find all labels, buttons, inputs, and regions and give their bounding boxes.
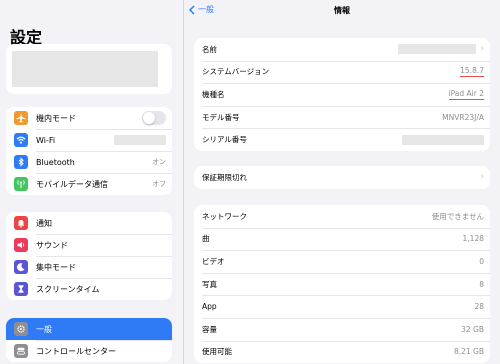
stat-row: 使用可能 8.21 GB bbox=[194, 340, 490, 364]
sidebar-item-mobile-data[interactable]: モバイルデータ通信 オフ bbox=[6, 173, 172, 195]
sidebar-item-label: 機内モード bbox=[36, 113, 76, 123]
about-panel: 一般 情報 名前 › システムバージョン 15.8.7 機種名 iPad Air… bbox=[184, 0, 500, 364]
sidebar-item-label: サウンド bbox=[36, 240, 68, 250]
hourglass-icon bbox=[14, 282, 28, 296]
speaker-icon bbox=[14, 238, 28, 252]
row-label: 曲 bbox=[202, 234, 210, 244]
sidebar-item-label: 通知 bbox=[36, 218, 52, 228]
airplane-mode-toggle[interactable] bbox=[142, 111, 166, 125]
sidebar-item-label: Bluetooth bbox=[36, 157, 75, 167]
stat-row: 写真 8 bbox=[194, 272, 490, 296]
stat-row: ビデオ 0 bbox=[194, 250, 490, 273]
nav-bar: 一般 情報 bbox=[184, 0, 500, 22]
bluetooth-icon bbox=[14, 155, 28, 169]
model-name-value: iPad Air 2 bbox=[448, 88, 484, 100]
row-value: 使用できません bbox=[431, 211, 484, 221]
info-row-name[interactable]: 名前 › bbox=[194, 38, 490, 61]
model-number-value: MNVR23J/A bbox=[442, 112, 484, 122]
sidebar-item-control-center[interactable]: コントロールセンター bbox=[6, 340, 172, 362]
row-label: ビデオ bbox=[202, 256, 225, 266]
stat-row: 容量 32 GB bbox=[194, 317, 490, 341]
settings-sidebar: 設定 機内モード Wi-Fi Bluetooth オン モバイルデータ通信 オフ… bbox=[0, 0, 184, 364]
airplane-icon bbox=[14, 111, 28, 125]
sidebar-item-label: スクリーンタイム bbox=[36, 284, 100, 294]
bell-icon bbox=[14, 216, 28, 230]
info-row-system-version[interactable]: システムバージョン 15.8.7 bbox=[194, 60, 490, 84]
sidebar-item-bluetooth[interactable]: Bluetooth オン bbox=[6, 151, 172, 173]
apple-id-card[interactable] bbox=[6, 44, 172, 94]
sidebar-item-airplane-mode[interactable]: 機内モード bbox=[6, 107, 172, 129]
row-label: 保証期限切れ bbox=[202, 172, 247, 182]
row-label: 容量 bbox=[202, 324, 217, 334]
system-group: 一般 コントロールセンター bbox=[6, 318, 172, 362]
row-value: 8 bbox=[479, 279, 484, 289]
connectivity-group: 機内モード Wi-Fi Bluetooth オン モバイルデータ通信 オフ bbox=[6, 107, 172, 195]
bluetooth-status: オン bbox=[152, 158, 166, 166]
wifi-icon bbox=[14, 133, 28, 147]
switches-icon bbox=[14, 344, 28, 358]
sidebar-item-screen-time[interactable]: スクリーンタイム bbox=[6, 278, 172, 300]
row-label: システムバージョン bbox=[202, 67, 270, 77]
chevron-right-icon: › bbox=[480, 172, 484, 183]
row-value: 28 bbox=[474, 302, 484, 312]
sidebar-item-label: 集中モード bbox=[36, 262, 76, 272]
sidebar-item-wifi[interactable]: Wi-Fi bbox=[6, 129, 172, 151]
redacted-wifi-name bbox=[114, 135, 166, 145]
row-value: 0 bbox=[479, 256, 484, 266]
sidebar-item-sounds[interactable]: サウンド bbox=[6, 234, 172, 256]
stat-row: ネットワーク 使用できません bbox=[194, 205, 490, 228]
stat-row: App 28 bbox=[194, 295, 490, 318]
info-row-model-number[interactable]: モデル番号 MNVR23J/A bbox=[194, 105, 490, 129]
sidebar-item-label: モバイルデータ通信 bbox=[36, 179, 108, 189]
chevron-right-icon: › bbox=[480, 44, 484, 55]
sidebar-item-label: Wi-Fi bbox=[36, 135, 56, 145]
row-label: App bbox=[202, 302, 217, 312]
redacted-profile bbox=[12, 51, 158, 87]
row-label: モデル番号 bbox=[202, 112, 240, 122]
row-label: 写真 bbox=[202, 279, 217, 289]
device-info-group: 名前 › システムバージョン 15.8.7 機種名 iPad Air 2 モデル… bbox=[194, 38, 490, 151]
stat-row: 曲 1,128 bbox=[194, 227, 490, 251]
warranty-group: 保証期限切れ › bbox=[194, 166, 490, 189]
notifications-group: 通知 サウンド 集中モード スクリーンタイム bbox=[6, 212, 172, 300]
sidebar-item-general[interactable]: 一般 bbox=[6, 318, 172, 340]
row-label: 使用可能 bbox=[202, 347, 232, 357]
sidebar-item-notifications[interactable]: 通知 bbox=[6, 212, 172, 234]
row-value: 1,128 bbox=[462, 234, 484, 244]
info-row-model-name: 機種名 iPad Air 2 bbox=[194, 83, 490, 106]
redacted-device-name bbox=[398, 44, 477, 55]
antenna-icon bbox=[14, 177, 28, 191]
row-value: 32 GB bbox=[461, 324, 484, 334]
info-row-warranty[interactable]: 保証期限切れ › bbox=[194, 166, 490, 189]
usage-stats-group: ネットワーク 使用できません 曲 1,128 ビデオ 0 写真 8 App 28… bbox=[194, 205, 490, 364]
mobile-data-status: オフ bbox=[152, 180, 166, 188]
moon-icon bbox=[14, 260, 28, 274]
row-label: 名前 bbox=[202, 44, 217, 54]
row-value: 8.21 GB bbox=[453, 347, 484, 357]
page-title: 情報 bbox=[334, 6, 350, 15]
redacted-serial-number bbox=[402, 134, 484, 145]
row-label: ネットワーク bbox=[202, 211, 247, 221]
gear-icon bbox=[14, 322, 28, 336]
sidebar-item-focus[interactable]: 集中モード bbox=[6, 256, 172, 278]
system-version-value: 15.8.7 bbox=[460, 66, 484, 78]
sidebar-item-label: 一般 bbox=[36, 324, 52, 334]
info-row-serial-number[interactable]: シリアル番号 bbox=[194, 128, 490, 151]
sidebar-item-label: コントロールセンター bbox=[36, 346, 116, 356]
row-label: 機種名 bbox=[202, 89, 225, 99]
row-label: シリアル番号 bbox=[202, 135, 247, 145]
